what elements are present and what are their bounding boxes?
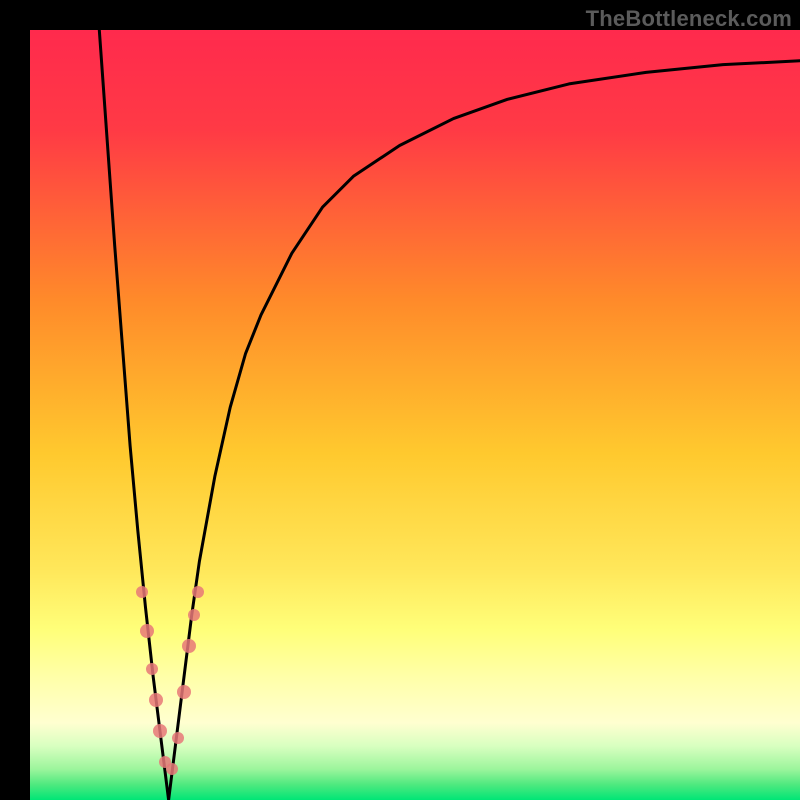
data-marker <box>182 639 196 653</box>
plot-area <box>30 30 800 800</box>
data-marker <box>177 685 191 699</box>
watermark-text: TheBottleneck.com <box>586 6 792 32</box>
data-marker <box>188 609 200 621</box>
bottleneck-curve <box>99 30 800 800</box>
data-marker <box>146 663 158 675</box>
data-marker <box>172 732 184 744</box>
data-marker <box>166 763 178 775</box>
data-marker <box>149 693 163 707</box>
data-marker <box>140 624 154 638</box>
chart-frame: TheBottleneck.com <box>0 0 800 800</box>
data-marker <box>136 586 148 598</box>
data-marker <box>192 586 204 598</box>
data-marker <box>153 724 167 738</box>
curve-layer <box>30 30 800 800</box>
